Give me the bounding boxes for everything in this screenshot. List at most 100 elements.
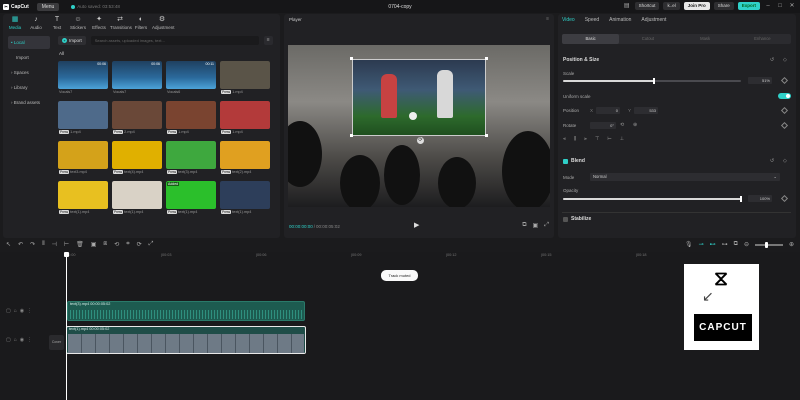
- media-thumbnail[interactable]: Press 1.mp4: [166, 101, 216, 137]
- filter-icon[interactable]: ≡: [263, 36, 273, 45]
- media-thumbnail[interactable]: Press text(4).mp4: [112, 141, 162, 177]
- track-eye-icon[interactable]: ◉: [20, 337, 24, 343]
- sidebar-item[interactable]: Import: [8, 51, 50, 64]
- align-middle-icon[interactable]: ⊢: [607, 136, 611, 142]
- preview-axis-icon[interactable]: ⊶: [722, 241, 728, 248]
- tool-tab-filters[interactable]: ◐ Filters: [131, 15, 151, 32]
- shortcut-button[interactable]: Shortcut: [634, 2, 660, 10]
- subtab-enhance[interactable]: Enhance: [734, 34, 791, 44]
- undo-icon[interactable]: ↶: [18, 241, 23, 248]
- caption-icon[interactable]: ⧉: [734, 241, 738, 248]
- zoom-slider[interactable]: [754, 241, 783, 248]
- sidebar-item[interactable]: › Library: [8, 81, 50, 94]
- media-thumbnail[interactable]: Press 1.mp4: [58, 101, 108, 137]
- flip-icon[interactable]: ⊕: [633, 122, 637, 128]
- align-center-h-icon[interactable]: ⫼: [574, 136, 576, 142]
- tab-animation[interactable]: Animation: [609, 17, 631, 23]
- redo-icon[interactable]: ↷: [30, 241, 35, 248]
- media-thumbnail[interactable]: Press text3.mp4: [58, 141, 108, 177]
- maximize-icon[interactable]: □: [776, 2, 784, 10]
- rotate-handle-icon[interactable]: ⟳: [417, 137, 424, 144]
- media-thumbnail[interactable]: Added Press text(1).mp4: [166, 181, 216, 217]
- all-filter-label[interactable]: All: [59, 51, 64, 56]
- playhead[interactable]: [64, 252, 69, 400]
- media-thumbnail[interactable]: 00:11 Vocals6: [166, 61, 216, 97]
- scale-keyframe-icon[interactable]: [780, 76, 789, 85]
- export-button[interactable]: Export: [737, 2, 760, 10]
- layout-icon[interactable]: ▤: [623, 2, 631, 10]
- menu-button[interactable]: Menu: [36, 2, 60, 11]
- sidebar-item[interactable]: › Spaces: [8, 66, 50, 79]
- split-left-icon[interactable]: ⊣: [52, 241, 57, 248]
- rotate-tool-icon[interactable]: ⟳: [137, 241, 142, 248]
- select-tool-icon[interactable]: ↖: [6, 241, 11, 248]
- tool-tab-effects[interactable]: ✦ Effects: [89, 15, 109, 32]
- subtab-basic[interactable]: Basic: [562, 34, 620, 44]
- scale-slider-knob[interactable]: [652, 78, 655, 84]
- subtab-cutout[interactable]: Cutout: [619, 34, 676, 44]
- video-preview[interactable]: ⟳: [288, 45, 550, 207]
- tab-speed[interactable]: Speed: [585, 17, 599, 23]
- rotate-ccw-icon[interactable]: ⟲: [620, 122, 624, 128]
- track-more-icon[interactable]: ⋮: [27, 337, 32, 343]
- opacity-slider-knob[interactable]: [740, 196, 742, 202]
- crop-tool-icon[interactable]: ⌗: [126, 241, 129, 248]
- media-thumbnail[interactable]: Press 2.mp4: [112, 101, 162, 137]
- play-icon[interactable]: ▶: [414, 221, 419, 229]
- zoom-in-icon[interactable]: ⊕: [789, 241, 794, 248]
- clip-track1[interactable]: text(3).mp4 00:00:05:02: [67, 301, 305, 321]
- blend-keyframe-icon[interactable]: ◇: [783, 158, 787, 164]
- microphone-icon[interactable]: 🎙: [685, 241, 693, 248]
- opacity-keyframe-icon[interactable]: [780, 194, 789, 203]
- opacity-value[interactable]: 100%: [748, 195, 772, 202]
- share-button[interactable]: Share: [713, 2, 734, 10]
- tool-tab-transitions[interactable]: ⇄ Transitions: [110, 15, 132, 32]
- media-thumbnail[interactable]: Press text(3).mp4: [166, 141, 216, 177]
- tab-adjustment[interactable]: Adjustment: [641, 17, 666, 23]
- position-x-input[interactable]: 0: [596, 107, 620, 114]
- time-ruler[interactable]: 00:00 |00:03 |00:06 |00:09 |00:12 |00:15 |00:1…: [66, 252, 800, 260]
- import-button[interactable]: + Import: [58, 36, 86, 45]
- align-right-icon[interactable]: ⫸: [584, 136, 587, 142]
- position-keyframe-icon[interactable]: [780, 106, 789, 115]
- join-pro-button[interactable]: Join Pro: [683, 2, 710, 10]
- align-left-icon[interactable]: ⫷: [563, 136, 566, 142]
- user-button[interactable]: k..el: [663, 2, 680, 10]
- mirror-icon[interactable]: ⧈: [103, 241, 107, 248]
- fit-icon[interactable]: ⤢: [149, 241, 154, 248]
- split-icon[interactable]: ⫴: [42, 241, 45, 248]
- keyframe-icon[interactable]: ◇: [783, 57, 787, 63]
- opacity-slider[interactable]: [563, 196, 742, 202]
- media-thumbnail[interactable]: Press 1.mp4: [220, 101, 270, 137]
- stabilize-checkbox[interactable]: [563, 217, 568, 222]
- magnet-icon[interactable]: ⊸: [699, 241, 704, 248]
- align-top-icon[interactable]: ⊤: [595, 136, 599, 142]
- track-hide-icon[interactable]: ⌂: [14, 337, 17, 343]
- ratio-icon[interactable]: ▣: [533, 222, 539, 229]
- reset-icon[interactable]: ↺: [770, 57, 774, 63]
- crop-icon[interactable]: ⧉: [522, 222, 526, 229]
- close-icon[interactable]: ✕: [788, 2, 796, 10]
- media-thumbnail[interactable]: Press text(1).mp4: [220, 181, 270, 217]
- split-right-icon[interactable]: ⊢: [64, 241, 69, 248]
- blend-mode-select[interactable]: Normal ⌄: [590, 173, 780, 181]
- media-thumbnail[interactable]: Press 1.mp4: [220, 61, 270, 97]
- tab-video[interactable]: Video: [562, 17, 575, 23]
- track-hide-icon[interactable]: ⌂: [14, 308, 17, 314]
- cover-button[interactable]: Cover: [49, 335, 64, 350]
- fullscreen-icon[interactable]: ⤢: [544, 222, 549, 229]
- delete-icon[interactable]: 🗑: [76, 241, 84, 248]
- tool-tab-stickers[interactable]: ☺ Stickers: [68, 15, 88, 32]
- sidebar-item[interactable]: • Local: [8, 36, 50, 49]
- selected-video-layer[interactable]: [352, 59, 486, 136]
- link-icon[interactable]: ⊷: [710, 241, 716, 248]
- tool-tab-adjustment[interactable]: ⚙ Adjustment: [152, 15, 175, 32]
- blend-checkbox[interactable]: [563, 159, 568, 164]
- tool-tab-text[interactable]: T Text: [47, 15, 67, 32]
- scale-value[interactable]: 51%: [748, 77, 772, 84]
- search-input[interactable]: Search assets, uploaded images, text...: [90, 36, 259, 45]
- clip-track2-selected[interactable]: text(1).mp4 00:00:05:02: [66, 326, 306, 354]
- media-thumbnail[interactable]: Press text(2).mp4: [220, 141, 270, 177]
- media-thumbnail[interactable]: 00:06 Vocals7: [58, 61, 108, 97]
- rotate-keyframe-icon[interactable]: [780, 121, 789, 130]
